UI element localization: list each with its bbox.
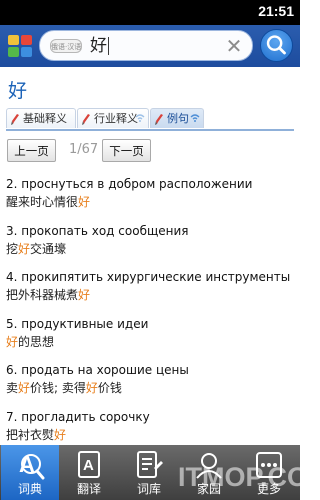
search-button[interactable]	[260, 29, 293, 62]
example-russian: 3. прокопать ход сообщения	[6, 223, 189, 238]
status-bar: 21:51	[0, 0, 300, 25]
next-page-button[interactable]: 下一页	[102, 139, 151, 162]
example-chinese: 把外科器械煮好	[6, 288, 91, 302]
app-logo-icon	[8, 35, 32, 57]
highlighted-word: 好	[6, 334, 19, 349]
example-list: 2. проснуться в добром расположении 醒来时心…	[6, 177, 294, 456]
list-item[interactable]: 4. прокипятить хирургические инструменты…	[6, 270, 294, 317]
example-chinese: 醒来时心情很好	[6, 195, 91, 209]
highlighted-word: 好	[54, 427, 67, 442]
list-item[interactable]: 6. продать на хорошие цены 卖好价钱; 卖得好价钱	[6, 363, 294, 410]
pencil-icon	[11, 114, 19, 125]
example-russian: 4. прокипятить хирургические инструменты	[6, 270, 291, 284]
nav-label: 词库	[136, 482, 161, 496]
clear-icon[interactable]: ✕	[224, 36, 244, 56]
word-title: 好	[8, 80, 28, 102]
watermark: ITMOP.COM	[178, 462, 320, 492]
highlighted-word: 好	[18, 381, 31, 395]
search-query-text: 好	[90, 36, 107, 56]
tab-basic-definition[interactable]: 基础释义	[6, 108, 76, 128]
bottom-nav: A 词典 A 翻译 词库 家园 更多 ITMOP.COM	[0, 445, 320, 500]
prev-page-button[interactable]: 上一页	[7, 139, 56, 162]
signal-icon	[190, 114, 200, 122]
tab-label: 基础释义	[23, 112, 67, 125]
svg-text:A: A	[83, 457, 94, 474]
list-item[interactable]: 3. прокопать ход сообщения 挖好交通壕	[6, 224, 294, 271]
highlighted-word: 好	[78, 195, 91, 209]
tab-example-sentences[interactable]: 例句	[150, 108, 204, 128]
nav-label: 翻译	[76, 482, 101, 496]
list-item[interactable]: 5. продуктивные идеи 好的思想	[6, 317, 294, 364]
tab-label: 行业释义	[94, 112, 138, 125]
example-chinese: 挖好交通壕	[6, 241, 67, 256]
app-header: 俄语·汉语 好 ✕	[0, 25, 300, 67]
example-russian: 2. проснуться в добром расположении	[6, 177, 253, 191]
highlighted-word: 好	[18, 241, 31, 256]
example-chinese: 好的思想	[6, 334, 55, 349]
example-russian: 5. продуктивные идеи	[6, 316, 149, 331]
status-time: 21:51	[258, 3, 294, 19]
pencil-icon	[155, 114, 163, 125]
tab-divider	[6, 129, 294, 131]
dictionary-search-icon: A	[19, 452, 45, 480]
nav-translate[interactable]: A 翻译	[60, 445, 118, 500]
example-russian: 6. продать на хорошие цены	[6, 363, 189, 377]
page-indicator: 1/67	[69, 142, 99, 157]
list-item[interactable]: 2. проснуться в добром расположении 醒来时心…	[6, 177, 294, 224]
highlighted-word: 好	[78, 288, 91, 302]
nav-label: 词典	[17, 482, 42, 496]
text-cursor	[108, 37, 109, 55]
example-chinese: 卖好价钱; 卖得好价钱	[6, 381, 122, 395]
search-icon	[266, 35, 286, 55]
search-input[interactable]: 俄语·汉语 好 ✕	[39, 30, 253, 61]
example-chinese: 把衬衣熨好	[6, 427, 67, 442]
nav-dictionary[interactable]: A 词典	[1, 445, 59, 500]
wordbank-icon	[137, 451, 163, 478]
pencil-icon	[82, 114, 90, 125]
search-query[interactable]: 好	[90, 36, 109, 56]
translate-icon: A	[78, 451, 100, 478]
nav-wordbank[interactable]: 词库	[120, 445, 178, 500]
language-selector[interactable]: 俄语·汉语	[50, 39, 82, 53]
highlighted-word: 好	[85, 381, 98, 395]
tab-label: 例句	[167, 112, 189, 125]
tab-industry-definition[interactable]: 行业释义	[77, 108, 149, 128]
signal-icon	[135, 114, 145, 122]
example-russian: 7. прогладить сорочку	[6, 409, 150, 424]
